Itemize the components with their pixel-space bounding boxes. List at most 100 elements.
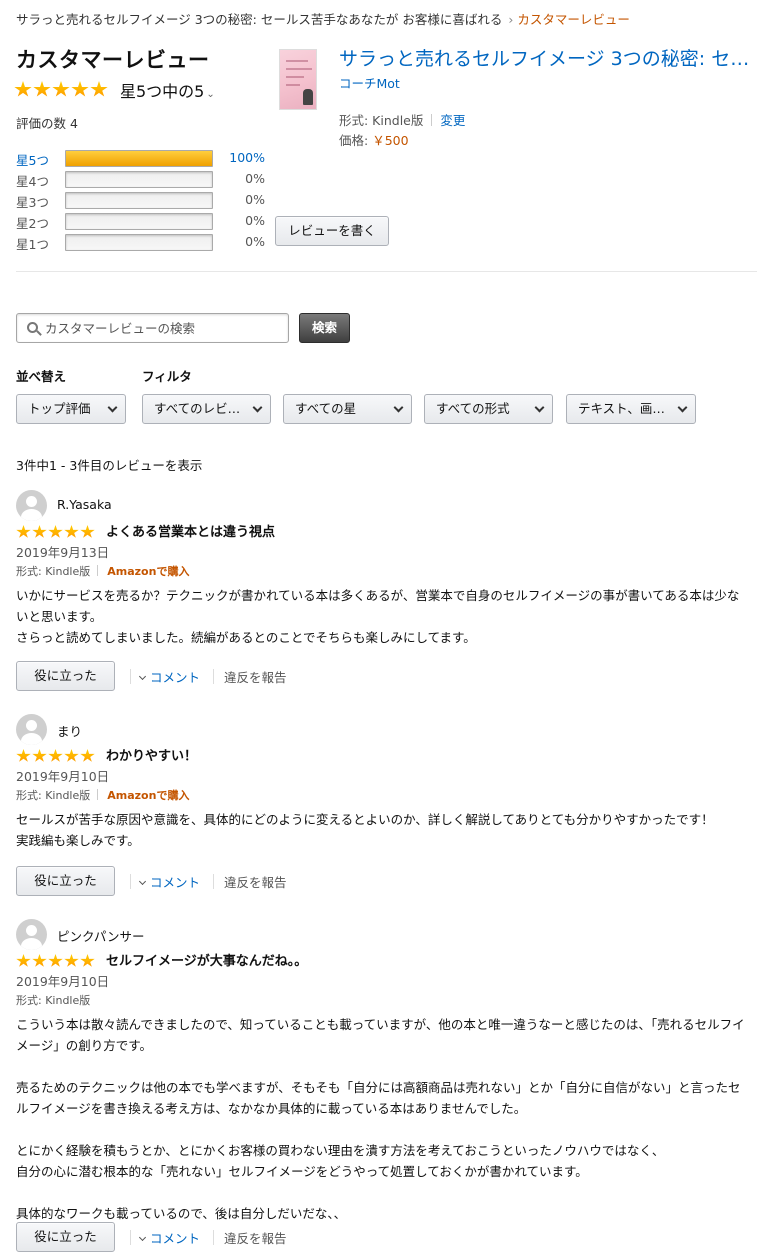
star-icon — [64, 525, 79, 538]
star-icon — [80, 954, 95, 967]
overall-star-rating — [14, 81, 108, 98]
sort-dropdown[interactable]: トップ評価 — [16, 394, 126, 424]
star-icon — [80, 749, 95, 762]
star-icon — [71, 81, 89, 97]
histogram-label: 星2つ — [16, 216, 49, 231]
review-paragraph: こういう本は散々読んできましたので、知っていることも載っていますが、他の本と唯一… — [16, 1017, 745, 1053]
helpful-button[interactable]: 役に立った — [16, 661, 115, 691]
histogram-percent: 0% — [245, 171, 265, 186]
comment-link[interactable]: コメント — [138, 1228, 201, 1247]
review-paragraph: セールスが苦手な原因や意識を、具体的にどのように変えるとよいのか、詳しく解説して… — [16, 812, 714, 827]
star-icon — [64, 749, 79, 762]
reviewer-filter-dropdown[interactable]: すべてのレビ… — [142, 394, 271, 424]
book-title-link[interactable]: サラっと売れるセルフイメージ 3つの秘密: セールス苦手なあなたが お客様に喜ば… — [339, 44, 757, 71]
review-body: いかにサービスを売るか？テクニックが書かれている本は多くあるが、営業本で自身のセ… — [16, 585, 746, 648]
review-star-rating[interactable] — [16, 954, 95, 968]
cover-decoration — [286, 68, 312, 70]
report-abuse-link[interactable]: 違反を報告 — [224, 1228, 287, 1247]
reviewer-name[interactable]: R.Yasaka — [57, 497, 112, 512]
verified-purchase-badge: Amazonで購入 — [107, 789, 190, 802]
histogram-bar — [65, 192, 213, 209]
review-format: 形式: Kindle版 — [16, 992, 90, 1008]
review-paragraph — [16, 1182, 746, 1203]
review-title[interactable]: よくある営業本とは違う視点 — [106, 521, 275, 540]
section-divider — [16, 271, 757, 272]
histogram-percent: 0% — [245, 234, 265, 249]
avatar[interactable] — [16, 714, 47, 745]
chevron-down-icon — [138, 1233, 147, 1242]
format-line: 形式: Kindle版 変更 — [339, 110, 465, 129]
helpful-button[interactable]: 役に立った — [16, 1222, 115, 1252]
star-filter-dropdown[interactable]: すべての星 — [283, 394, 412, 424]
format-filter-value: すべての形式 — [436, 401, 510, 416]
comment-link[interactable]: コメント — [138, 872, 200, 891]
media-filter-dropdown[interactable]: テキスト、画… — [566, 394, 696, 424]
star-icon — [52, 81, 70, 97]
review-format-label: 形式: Kindle版 — [16, 994, 91, 1007]
avatar[interactable] — [16, 490, 47, 521]
review-format-label: 形式: Kindle版 — [16, 789, 91, 802]
chevron-down-icon — [252, 402, 263, 413]
search-button[interactable]: 検索 — [299, 313, 350, 343]
chevron-down-icon — [107, 402, 118, 413]
review-paragraph: いかにサービスを売るか？テクニックが書かれている本は多くあるが、営業本で自身のセ… — [16, 588, 740, 624]
review-paragraph: 実践編も楽しみです。 — [16, 833, 140, 848]
review-star-rating[interactable] — [16, 525, 95, 539]
book-author-link[interactable]: コーチMot — [339, 73, 400, 92]
comment-label: コメント — [150, 1231, 201, 1246]
histogram-row-5-star[interactable]: 星5つ 100% — [16, 149, 276, 168]
histogram-label: 星1つ — [16, 237, 49, 252]
star-icon — [48, 525, 63, 538]
chevron-down-icon — [138, 672, 147, 681]
chevron-down-icon — [393, 402, 404, 413]
chevron-down-icon: ⌄ — [206, 89, 215, 100]
report-abuse-link[interactable]: 違反を報告 — [224, 667, 287, 686]
star-icon — [16, 954, 31, 967]
star-icon — [32, 525, 47, 538]
review-title[interactable]: わかりやすい！ — [106, 745, 197, 764]
review-paragraph: 売るためのテクニックは他の本でも学べますが、そもそも「自分には高額商品は売れない… — [16, 1080, 741, 1116]
book-cover-image[interactable] — [279, 49, 317, 110]
star-icon — [48, 954, 63, 967]
divider — [213, 874, 214, 889]
overall-rating-dropdown[interactable]: 星5つ中の5 ⌄ — [120, 78, 215, 102]
review-paragraph — [16, 1119, 746, 1140]
review-format: 形式: Kindle版 Amazonで購入 — [16, 563, 189, 579]
breadcrumb-separator: › — [508, 12, 514, 27]
reviewer-name[interactable]: まり — [57, 721, 82, 740]
comment-label: コメント — [150, 670, 201, 685]
divider — [213, 1230, 214, 1245]
sort-dropdown-value: トップ評価 — [28, 401, 91, 416]
filter-label: フィルタ — [142, 369, 192, 384]
histogram-row-1-star: 星1つ 0% — [16, 233, 276, 252]
search-icon — [27, 322, 38, 333]
breadcrumb-book-link[interactable]: サラっと売れるセルフイメージ 3つの秘密: セールス苦手なあなたが お客様に喜ば… — [16, 12, 502, 27]
avatar[interactable] — [16, 919, 47, 950]
divider — [431, 114, 433, 126]
star-icon — [64, 954, 79, 967]
comment-link[interactable]: コメント — [138, 667, 201, 686]
histogram-row-4-star: 星4つ 0% — [16, 170, 276, 189]
review-search-box — [16, 313, 289, 343]
chevron-down-icon — [138, 877, 147, 886]
review-format-label: 形式: Kindle版 — [16, 565, 91, 578]
star-filter-value: すべての星 — [295, 401, 357, 416]
histogram-row-2-star: 星2つ 0% — [16, 212, 276, 231]
change-format-link[interactable]: 変更 — [440, 113, 465, 128]
review-star-rating[interactable] — [16, 749, 95, 763]
divider — [130, 1230, 131, 1245]
helpful-button[interactable]: 役に立った — [16, 866, 115, 896]
review-title[interactable]: セルフイメージが大事なんだね。。 — [106, 950, 307, 969]
price-value: ￥500 — [372, 133, 409, 148]
review-paragraph — [16, 1056, 746, 1077]
reviewer-name[interactable]: ピンクパンサー — [57, 926, 145, 945]
histogram-label: 星4つ — [16, 174, 49, 189]
star-icon — [14, 81, 32, 97]
histogram-bar — [65, 213, 213, 230]
write-review-button[interactable]: レビューを書く — [275, 216, 389, 246]
report-abuse-link[interactable]: 違反を報告 — [224, 872, 287, 891]
star-icon — [32, 954, 47, 967]
page-title: カスタマーレビュー — [16, 48, 210, 72]
review-search-input[interactable] — [45, 314, 285, 342]
format-filter-dropdown[interactable]: すべての形式 — [424, 394, 553, 424]
